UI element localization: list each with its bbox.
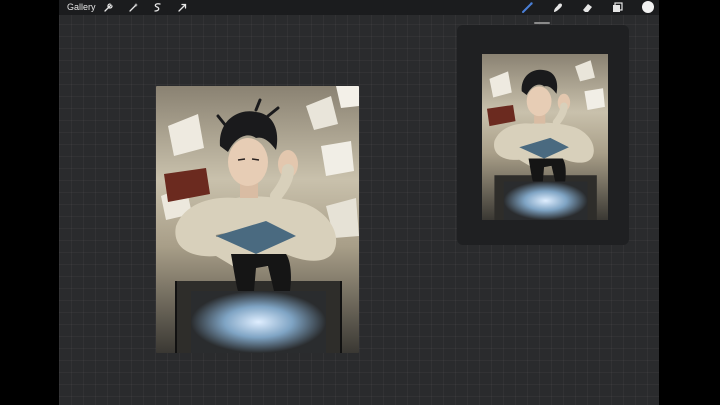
reference-illustration <box>482 54 608 220</box>
artwork-canvas[interactable] <box>156 86 359 353</box>
smudge-icon[interactable] <box>551 1 564 14</box>
gallery-button[interactable]: Gallery <box>67 1 96 14</box>
selection-icon[interactable] <box>151 1 164 14</box>
wrench-icon[interactable] <box>102 1 115 14</box>
transform-arrow-icon[interactable] <box>176 1 189 14</box>
color-picker-button[interactable] <box>642 1 654 13</box>
artwork-illustration <box>156 86 359 353</box>
magic-wand-icon[interactable] <box>127 1 140 14</box>
reference-thumbnail <box>482 54 608 220</box>
reference-panel-handle[interactable] <box>534 22 550 24</box>
top-toolbar: Gallery <box>59 0 659 15</box>
layers-icon[interactable] <box>611 1 624 14</box>
eraser-icon[interactable] <box>581 1 594 14</box>
reference-panel[interactable] <box>457 22 629 245</box>
procreate-workspace: Gallery <box>59 0 659 405</box>
brush-icon[interactable] <box>521 1 534 14</box>
